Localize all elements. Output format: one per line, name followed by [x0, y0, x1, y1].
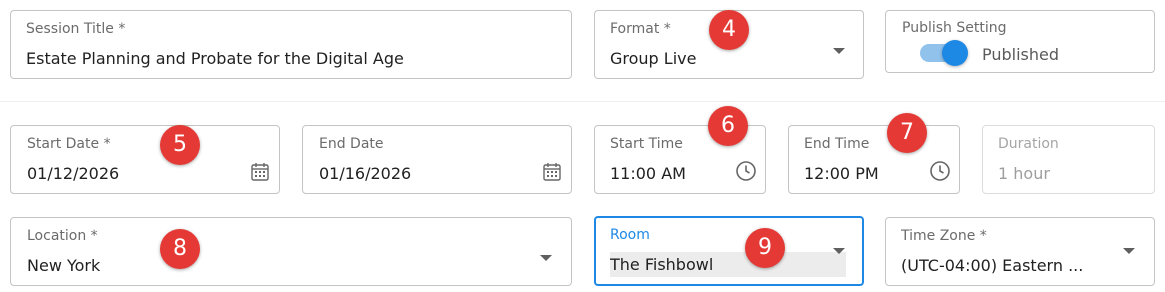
duration-label: Duration: [998, 136, 1059, 152]
publish-toggle-label: Published: [982, 45, 1060, 64]
clock-icon[interactable]: [735, 160, 757, 182]
annotation-badge: 5: [160, 125, 200, 165]
publish-toggle-knob[interactable]: [942, 40, 968, 66]
publish-setting-field: Publish Setting Published: [885, 10, 1155, 73]
end-date-value[interactable]: 01/16/2026: [319, 164, 411, 183]
start-time-label: Start Time: [610, 136, 683, 152]
section-divider: [0, 101, 1165, 102]
annotation-badge: 4: [709, 10, 749, 50]
end-time-field[interactable]: End Time 12:00 PM: [788, 125, 960, 194]
time-zone-value: (UTC-04:00) Eastern ...: [901, 256, 1084, 275]
room-label: Room: [610, 227, 650, 243]
session-title-value[interactable]: Estate Planning and Probate for the Digi…: [26, 49, 556, 68]
location-value: New York: [27, 256, 101, 275]
start-date-field[interactable]: Start Date * 01/12/2026: [10, 125, 280, 194]
room-value: The Fishbowl: [610, 252, 846, 277]
annotation-badge: 6: [708, 106, 748, 146]
chevron-down-icon: [1123, 248, 1135, 254]
annotation-badge: 8: [160, 229, 200, 269]
room-select[interactable]: Room The Fishbowl: [594, 216, 864, 286]
location-select[interactable]: Location * New York: [10, 217, 572, 286]
duration-field: Duration 1 hour: [982, 125, 1155, 194]
chevron-down-icon: [833, 248, 845, 254]
start-date-value[interactable]: 01/12/2026: [27, 164, 119, 183]
end-date-label: End Date: [319, 136, 384, 152]
chevron-down-icon: [833, 48, 845, 54]
format-label: Format *: [610, 21, 671, 37]
calendar-icon[interactable]: [542, 162, 562, 182]
format-value: Group Live: [610, 49, 697, 68]
location-label: Location *: [27, 228, 98, 244]
session-title-field[interactable]: Session Title * Estate Planning and Prob…: [10, 10, 572, 79]
end-date-field[interactable]: End Date 01/16/2026: [302, 125, 572, 194]
calendar-icon[interactable]: [250, 162, 270, 182]
start-date-label: Start Date *: [27, 136, 111, 152]
time-zone-select[interactable]: Time Zone * (UTC-04:00) Eastern ...: [885, 217, 1155, 286]
publish-setting-label: Publish Setting: [902, 20, 1007, 36]
annotation-badge: 7: [887, 113, 927, 153]
annotation-badge: 9: [745, 228, 785, 268]
start-time-value[interactable]: 11:00 AM: [610, 164, 686, 183]
end-time-value[interactable]: 12:00 PM: [804, 164, 879, 183]
end-time-label: End Time: [804, 136, 870, 152]
clock-icon[interactable]: [929, 160, 951, 182]
session-title-label: Session Title *: [26, 21, 126, 37]
duration-value: 1 hour: [998, 164, 1050, 183]
chevron-down-icon: [540, 255, 552, 261]
time-zone-label: Time Zone *: [901, 228, 987, 244]
